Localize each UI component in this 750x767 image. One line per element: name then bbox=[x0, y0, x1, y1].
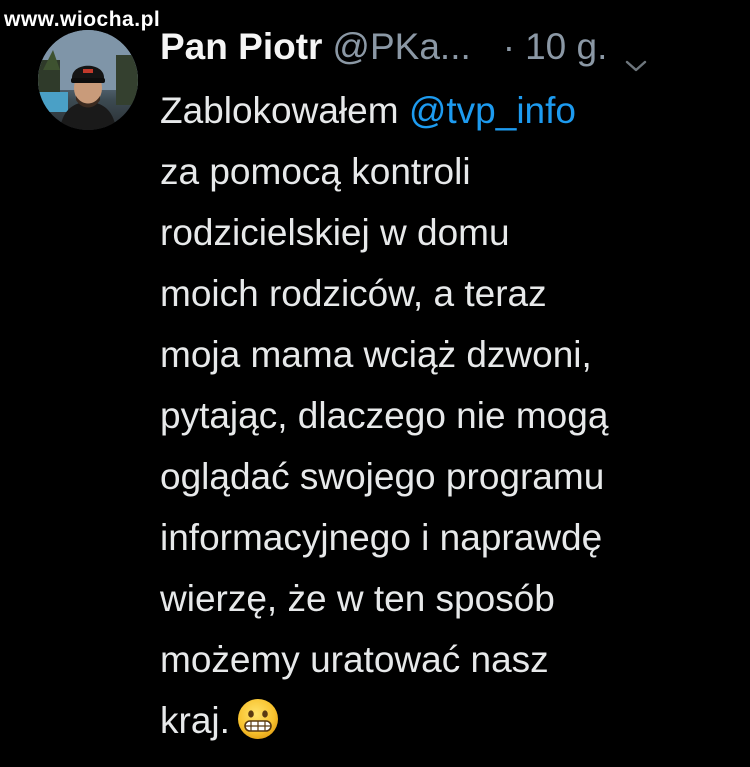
mention-link[interactable]: @tvp_info bbox=[409, 90, 576, 131]
tweet-text: Zablokowałem @tvp_info za pomocą kontrol… bbox=[160, 80, 740, 751]
tweet-line: możemy uratować nasz bbox=[160, 639, 549, 680]
tweet-text-segment: Zablokowałem bbox=[160, 90, 409, 131]
tweet-line: rodzicielskiej w domu bbox=[160, 212, 510, 253]
tweet-line: informacyjnego i naprawdę bbox=[160, 517, 603, 558]
tweet-line: wierzę, że w ten sposób bbox=[160, 578, 555, 619]
tweet-line: moja mama wciąż dzwoni, bbox=[160, 334, 592, 375]
tweet-line: kraj. bbox=[160, 690, 740, 751]
author-handle[interactable]: @PKa... bbox=[332, 26, 470, 68]
tweet-line: pytając, dlaczego nie mogą bbox=[160, 395, 609, 436]
tweet-header: Pan Piotr @PKa... · 10 g. bbox=[160, 22, 740, 72]
tweet-text-segment: kraj. bbox=[160, 700, 230, 741]
tweet-line: za pomocą kontroli bbox=[160, 151, 471, 192]
tweet-line: oglądać swojego programu bbox=[160, 456, 605, 497]
time-separator: · bbox=[502, 26, 516, 67]
tweet-line: moich rodziców, a teraz bbox=[160, 273, 547, 314]
avatar[interactable] bbox=[38, 30, 138, 130]
grimacing-face-emoji-icon bbox=[236, 697, 280, 741]
chevron-down-icon[interactable] bbox=[625, 40, 647, 72]
tweet-line: Zablokowałem @tvp_info bbox=[160, 80, 740, 141]
timestamp[interactable]: 10 g. bbox=[525, 26, 607, 68]
avatar-photo bbox=[38, 30, 138, 130]
author-name[interactable]: Pan Piotr bbox=[160, 26, 322, 68]
site-watermark: www.wiocha.pl bbox=[4, 8, 161, 31]
